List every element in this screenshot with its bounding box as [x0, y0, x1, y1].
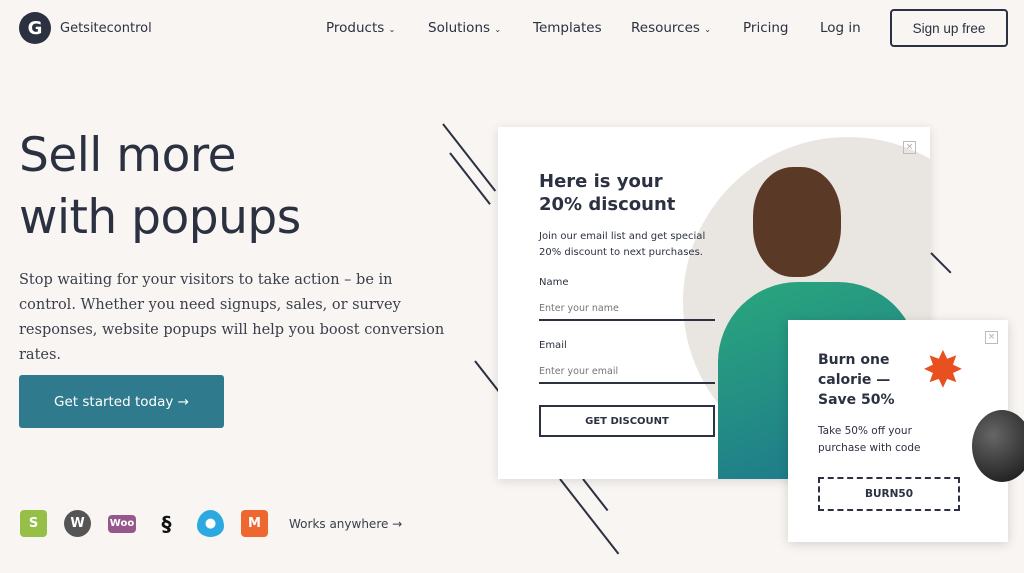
- nav-templates[interactable]: Templates: [533, 20, 602, 36]
- coupon-code[interactable]: BURN50: [818, 477, 960, 511]
- chevron-down-icon: ⌄: [704, 25, 711, 34]
- coupon-description: Take 50% off your purchase with code: [818, 423, 920, 457]
- title-line: 20% discount: [539, 194, 676, 215]
- nav-label: Solutions: [428, 20, 491, 36]
- name-label: Name: [539, 277, 569, 288]
- title-line: calorie —: [818, 372, 891, 388]
- squarespace-icon: §: [161, 511, 172, 536]
- close-icon[interactable]: ×: [985, 331, 998, 344]
- logo-icon: G: [19, 12, 51, 44]
- chevron-down-icon: ⌄: [388, 25, 396, 34]
- top-nav: G Getsitecontrol Products ⌄ Solutions ⌄ …: [0, 0, 1024, 56]
- woocommerce-icon: Woo: [108, 514, 136, 533]
- chevron-down-icon: ⌄: [494, 25, 502, 34]
- decor-line: [582, 478, 609, 512]
- bomb-icon: [972, 410, 1024, 482]
- desc-line: purchase with code: [818, 442, 921, 454]
- nav-resources[interactable]: Resources ⌄: [631, 20, 711, 36]
- coupon-title: Burn one calorie — Save 50%: [818, 350, 895, 410]
- title-line: Save 50%: [818, 392, 895, 408]
- desc-line: Take 50% off your: [818, 425, 912, 437]
- shopify-icon: S: [20, 510, 47, 537]
- email-label: Email: [539, 340, 567, 351]
- email-input[interactable]: [539, 360, 715, 384]
- nav-login[interactable]: Log in: [820, 20, 861, 36]
- logo-text: Getsitecontrol: [60, 20, 152, 36]
- title-line: Sell more: [19, 128, 237, 183]
- decor-line: [474, 360, 501, 394]
- explosion-icon: ✸: [922, 341, 964, 399]
- decor-line: [442, 123, 497, 192]
- popup-title: Here is your 20% discount: [539, 170, 675, 216]
- platform-logos: S W Woo § ● M Works anywhere →: [20, 510, 402, 537]
- get-started-button[interactable]: Get started today →: [19, 375, 224, 428]
- drupal-icon: ●: [197, 510, 224, 537]
- title-line: Burn one: [818, 352, 890, 368]
- nav-products[interactable]: Products ⌄: [326, 20, 395, 36]
- get-discount-button[interactable]: GET DISCOUNT: [539, 405, 715, 437]
- magento-icon: M: [241, 510, 268, 537]
- title-line: Here is your: [539, 171, 663, 192]
- name-input[interactable]: [539, 297, 715, 321]
- nav-pricing[interactable]: Pricing: [743, 20, 789, 36]
- nav-label: Products: [326, 20, 385, 36]
- signup-button[interactable]: Sign up free: [890, 9, 1008, 47]
- title-line: with popups: [19, 190, 301, 245]
- close-icon[interactable]: ×: [903, 141, 916, 154]
- logo[interactable]: G Getsitecontrol: [19, 12, 152, 44]
- wordpress-icon: W: [64, 510, 91, 537]
- decor-line: [930, 252, 952, 274]
- hero-title: Sell more with popups: [19, 125, 301, 249]
- hero-lead: Stop waiting for your visitors to take a…: [19, 272, 445, 363]
- nav-label: Resources: [631, 20, 700, 36]
- popup-description: Join our email list and get special 20% …: [539, 231, 706, 258]
- works-anywhere-link[interactable]: Works anywhere →: [289, 517, 402, 531]
- nav-solutions[interactable]: Solutions ⌄: [428, 20, 501, 36]
